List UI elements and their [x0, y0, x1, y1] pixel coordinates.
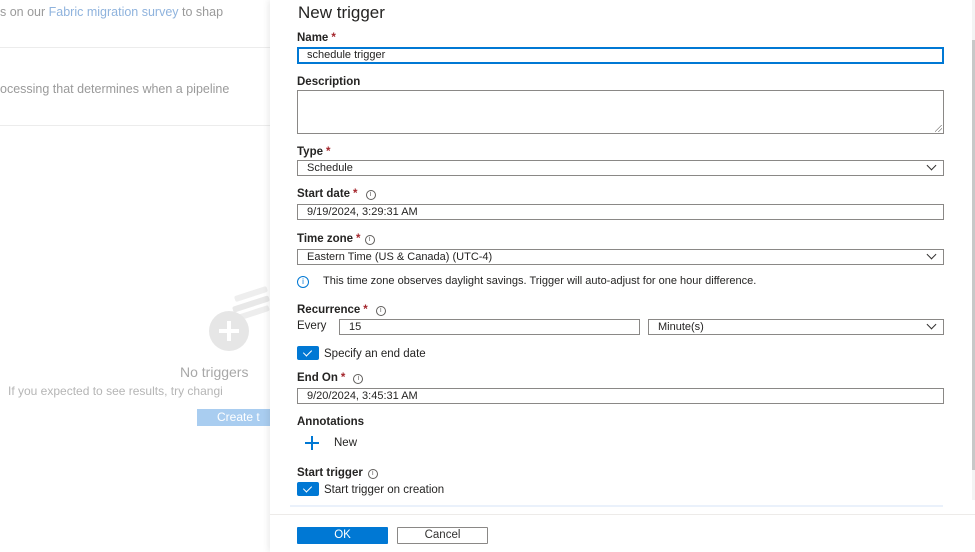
new-trigger-panel: New trigger Name * schedule trigger Descr…: [270, 0, 975, 552]
annotations-label: Annotations: [297, 416, 365, 428]
cancel-button[interactable]: Cancel: [397, 527, 488, 544]
resize-grip-icon[interactable]: [935, 125, 942, 132]
ok-button[interactable]: OK: [297, 527, 388, 544]
background-page: s on our Fabric migration survey to shap…: [0, 0, 270, 552]
divider: [0, 47, 270, 48]
recurrence-label: Recurrence * i: [297, 304, 386, 316]
time-zone-label: Time zone * i: [297, 233, 375, 245]
info-icon: i: [297, 276, 309, 288]
survey-banner: s on our Fabric migration survey to shap: [0, 5, 223, 19]
start-trigger-label: Start trigger i: [297, 467, 378, 479]
end-on-label-text: End On: [297, 372, 338, 384]
required-marker: *: [356, 233, 361, 245]
info-icon[interactable]: i: [364, 235, 375, 245]
chevron-down-icon: [926, 161, 937, 171]
required-marker: *: [326, 146, 331, 158]
chevron-down-icon: [926, 320, 937, 330]
every-label: Every: [297, 320, 327, 332]
name-input[interactable]: schedule trigger: [297, 47, 944, 64]
survey-link[interactable]: Fabric migration survey: [49, 5, 179, 19]
banner-text-suffix: to shap: [178, 5, 224, 19]
page-description: ocessing that determines when a pipeline: [0, 82, 230, 96]
add-annotation-button[interactable]: New: [305, 436, 375, 452]
description-label: Description: [297, 76, 361, 88]
stage: s on our Fabric migration survey to shap…: [0, 0, 975, 552]
name-label: Name *: [297, 32, 336, 44]
add-annotation-label: New: [334, 437, 358, 449]
recurrence-unit-dropdown[interactable]: Minute(s): [648, 319, 944, 335]
start-trigger-checkbox[interactable]: [297, 482, 319, 496]
start-trigger-label-text: Start trigger: [297, 467, 363, 479]
end-on-label: End On * i: [297, 372, 364, 384]
specify-end-date-checkbox[interactable]: [297, 346, 319, 360]
empty-state-title: No triggers: [180, 364, 249, 380]
required-marker: *: [331, 32, 336, 44]
divider: [0, 125, 270, 126]
start-trigger-checkbox-label[interactable]: Start trigger on creation: [324, 484, 444, 496]
required-marker: *: [353, 188, 358, 200]
info-icon[interactable]: i: [365, 190, 376, 200]
start-date-input[interactable]: 9/19/2024, 3:29:31 AM: [297, 204, 944, 220]
time-zone-dropdown[interactable]: Eastern Time (US & Canada) (UTC-4): [297, 249, 944, 265]
info-icon[interactable]: i: [367, 469, 378, 479]
type-label: Type *: [297, 146, 330, 158]
start-date-label: Start date * i: [297, 188, 376, 200]
recurrence-unit-value: Minute(s): [658, 321, 704, 333]
time-zone-note: i This time zone observes daylight saving…: [297, 275, 756, 288]
recurrence-interval-input[interactable]: 15: [339, 319, 640, 335]
footer-divider: [270, 514, 975, 515]
time-zone-note-text: This time zone observes daylight savings…: [323, 275, 757, 287]
recurrence-label-text: Recurrence: [297, 304, 361, 316]
name-label-text: Name: [297, 32, 329, 44]
create-trigger-button[interactable]: Create t: [197, 409, 270, 426]
specify-end-date-label[interactable]: Specify an end date: [324, 348, 426, 360]
info-icon[interactable]: i: [375, 306, 386, 316]
chevron-down-icon: [926, 250, 937, 260]
type-value: Schedule: [307, 162, 353, 174]
plus-icon: [305, 436, 319, 450]
time-zone-value: Eastern Time (US & Canada) (UTC-4): [307, 251, 493, 263]
end-on-input[interactable]: 9/20/2024, 3:45:31 AM: [297, 388, 944, 404]
type-dropdown[interactable]: Schedule: [297, 160, 944, 176]
info-icon[interactable]: i: [353, 374, 364, 384]
required-marker: *: [340, 372, 346, 384]
empty-state-subtitle: If you expected to see results, try chan…: [8, 384, 223, 398]
description-textarea[interactable]: [297, 90, 944, 134]
required-marker: *: [363, 304, 368, 316]
start-date-label-text: Start date: [297, 188, 351, 200]
banner-text: s on our: [0, 5, 49, 19]
panel-title: New trigger: [298, 3, 385, 22]
empty-state-illustration: [209, 286, 270, 351]
footer-strip: [290, 505, 943, 507]
type-label-text: Type: [297, 146, 323, 158]
time-zone-label-text: Time zone: [297, 233, 354, 245]
